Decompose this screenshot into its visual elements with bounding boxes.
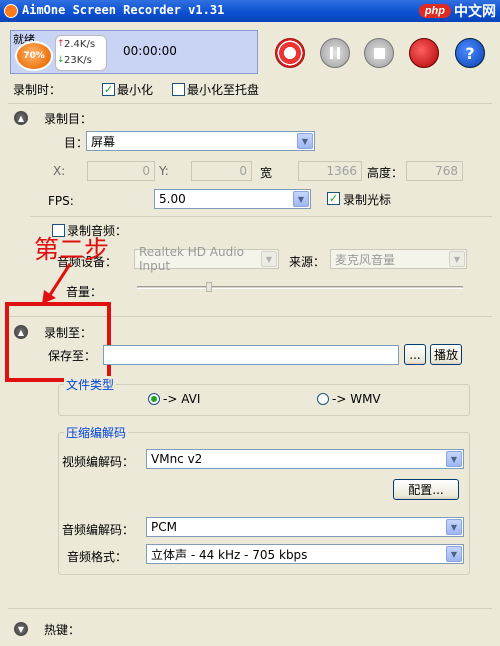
audio-format-label: 音频格式：: [67, 550, 128, 564]
expand-icon[interactable]: ▼: [14, 622, 28, 636]
collapse-icon[interactable]: ▲: [14, 325, 28, 339]
video-codec-value: VMnc v2: [151, 452, 203, 466]
help-button[interactable]: ?: [455, 38, 485, 68]
fps-select[interactable]: 5.00 ▼: [154, 189, 311, 209]
toolbar: 就绪 70% ↑ 2.4K/s ↓ 23K/s 00:00:00 ?: [0, 22, 500, 80]
title-bar: AimOne Screen Recorder v1.31 php 中文网: [0, 0, 500, 22]
annotation-step-text: 第二步: [34, 235, 110, 264]
annotation-arrow-icon: [42, 263, 72, 304]
file-type-title: 文件类型: [64, 376, 117, 393]
window-title: AimOne Screen Recorder v1.31: [22, 3, 225, 17]
checkmark-icon: ✓: [328, 192, 339, 205]
avi-radio[interactable]: [148, 393, 160, 405]
play-button[interactable]: 播放: [430, 344, 462, 365]
minimize-label: 最小化: [117, 83, 154, 97]
audio-source-select[interactable]: 麦克风音量 ▼: [330, 249, 467, 269]
stop-icon: [373, 47, 385, 59]
hotkeys-title: 热键：: [44, 623, 81, 637]
speed-indicator: ↑ 2.4K/s ↓ 23K/s: [55, 35, 107, 71]
video-codec-select[interactable]: VMnc v2 ▼: [146, 449, 464, 469]
chevron-down-icon: ▼: [261, 251, 277, 267]
codec-title: 压缩编解码: [64, 424, 129, 441]
annotation-highlight-box: [5, 302, 111, 382]
pause-button[interactable]: [320, 38, 350, 68]
height-field[interactable]: 768: [406, 161, 463, 181]
record-status-badge: 70%: [15, 41, 53, 71]
fps-value: 5.00: [159, 192, 186, 206]
download-speed: 23K/s: [64, 55, 92, 66]
save-path-field[interactable]: [103, 345, 399, 365]
width-field[interactable]: 1366: [298, 161, 362, 181]
upload-speed: 2.4K/s: [64, 39, 96, 50]
chevron-down-icon: ▼: [446, 519, 462, 535]
watermark: php 中文网: [418, 1, 496, 21]
record-to-title: 录制至：: [44, 326, 93, 340]
y-label: Y:: [159, 164, 169, 178]
wmv-label: -> WMV: [332, 392, 381, 406]
audio-codec-value: PCM: [151, 520, 177, 534]
audio-codec-label: 音频编解码：: [62, 523, 135, 537]
elapsed-time: 00:00:00: [123, 44, 177, 58]
audio-format-value: 立体声 - 44 kHz - 705 kbps: [151, 547, 308, 562]
recording-options-label: 录制时：: [13, 83, 62, 97]
minimize-checkbox[interactable]: ✓: [102, 83, 115, 96]
fps-label: FPS:: [48, 194, 74, 208]
wmv-radio[interactable]: [317, 393, 329, 405]
record-cursor-label: 录制光标: [343, 193, 392, 207]
config-button[interactable]: 配置...: [393, 479, 459, 500]
chevron-down-icon: ▼: [449, 251, 465, 267]
minimize-tray-checkbox[interactable]: [172, 83, 185, 96]
browse-button[interactable]: ...: [404, 344, 426, 365]
chevron-down-icon: ▼: [446, 451, 462, 467]
watermark-brand: php: [418, 4, 451, 18]
divider: [8, 608, 492, 609]
app-icon: [4, 4, 18, 18]
width-label: 宽: [260, 166, 273, 180]
chevron-down-icon: ▼: [446, 546, 462, 562]
checkmark-icon: ✓: [103, 83, 114, 96]
y-field[interactable]: 0: [191, 161, 252, 181]
question-mark-icon: ?: [465, 43, 475, 63]
record-cursor-checkbox[interactable]: ✓: [327, 192, 340, 205]
record-button[interactable]: [275, 38, 305, 68]
avi-label: -> AVI: [163, 392, 201, 406]
volume-slider[interactable]: [137, 286, 463, 289]
height-label: 高度：: [367, 166, 404, 180]
video-codec-label: 视频编解码：: [62, 455, 135, 469]
audio-codec-select[interactable]: PCM ▼: [146, 517, 464, 537]
record-region-button[interactable]: [409, 38, 439, 68]
audio-format-select[interactable]: 立体声 - 44 kHz - 705 kbps ▼: [146, 544, 464, 564]
audio-source-value: 麦克风音量: [335, 252, 396, 267]
divider: [8, 103, 492, 104]
save-to-label: 保存至：: [48, 349, 97, 363]
target-select[interactable]: 屏幕 ▼: [86, 131, 315, 151]
audio-source-label: 来源：: [289, 255, 326, 269]
target-value: 屏幕: [91, 134, 116, 149]
minimize-tray-label: 最小化至托盘: [187, 83, 260, 97]
x-label: X:: [53, 164, 66, 178]
file-type-group: [58, 384, 470, 416]
record-target-title: 录制目：: [44, 112, 93, 126]
chevron-down-icon: ▼: [293, 191, 309, 207]
pause-icon: [330, 47, 340, 59]
radio-dot-icon: [151, 396, 157, 402]
divider: [30, 216, 492, 217]
x-field[interactable]: 0: [87, 161, 155, 181]
collapse-icon[interactable]: ▲: [14, 111, 28, 125]
watermark-site: 中文网: [454, 4, 496, 20]
audio-device-select[interactable]: Realtek HD Audio Input ▼: [134, 245, 279, 273]
status-panel: 就绪 70% ↑ 2.4K/s ↓ 23K/s 00:00:00: [10, 30, 258, 74]
stop-button[interactable]: [364, 38, 394, 68]
target-label: 目：: [64, 136, 89, 150]
volume-slider-thumb[interactable]: [205, 282, 212, 292]
audio-device-value: Realtek HD Audio Input: [139, 245, 244, 273]
chevron-down-icon: ▼: [297, 133, 313, 149]
